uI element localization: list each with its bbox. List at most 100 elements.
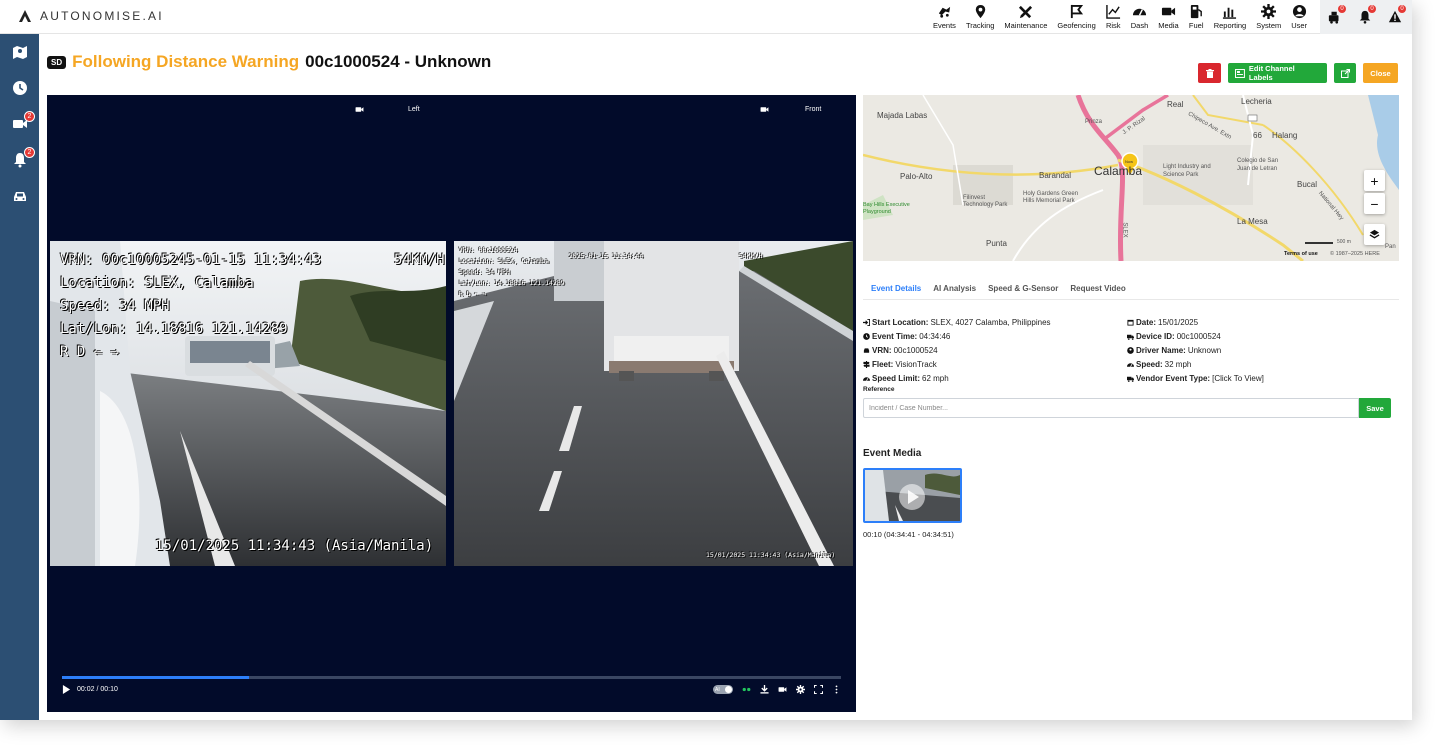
video-camera-icon <box>1161 7 1176 16</box>
event-time-value: 04:34:46 <box>919 332 951 341</box>
map-label-bucal: Bucal <box>1297 180 1318 189</box>
reference-input[interactable] <box>863 398 1359 418</box>
notifications-count: 0 <box>1368 5 1376 13</box>
sidebar-item-map[interactable] <box>0 34 39 70</box>
playback-speed-icon[interactable] <box>742 685 751 694</box>
layers-icon <box>1369 229 1380 239</box>
map-terms-link[interactable]: Terms of use <box>1284 251 1318 257</box>
left-osd-speed-kmh: 54KM/H <box>394 252 445 268</box>
play-icon[interactable] <box>62 685 71 694</box>
nav-events[interactable]: Events <box>928 2 961 30</box>
event-tabs: Event Details AI Analysis Speed & G-Sens… <box>863 275 1399 300</box>
notifications-button[interactable]: 0 <box>1350 0 1380 34</box>
truck-icon <box>1127 376 1134 382</box>
autonomise-logo-icon <box>19 10 31 22</box>
nav-reporting-label: Reporting <box>1213 21 1247 30</box>
nav-user[interactable]: User <box>1286 2 1312 30</box>
top-navigation: Events Tracking Maintenance Geofencing R… <box>928 2 1312 32</box>
map-people-icon <box>12 46 27 59</box>
gauge-icon <box>863 377 870 381</box>
map-layers-button[interactable] <box>1364 224 1385 245</box>
download-icon[interactable] <box>760 685 769 694</box>
tab-ai-analysis[interactable]: AI Analysis <box>925 275 980 299</box>
clock-icon <box>12 81 27 95</box>
save-button[interactable]: Save <box>1359 398 1391 418</box>
warnings-button[interactable]: 0 <box>1380 0 1410 34</box>
video-player[interactable]: Left Front VRN: 00c10005245-01-15 11:34:… <box>47 95 856 712</box>
device-id-value: 00c1000524 <box>1176 332 1221 341</box>
map-label-lecheria: Lecheria <box>1241 97 1272 106</box>
map-background <box>863 95 1399 261</box>
vehicle-alerts-button[interactable]: 0 <box>1320 0 1350 34</box>
sidebar-item-alerts[interactable]: 2 <box>0 142 39 178</box>
left-osd-vrn: VRN: 00c10005245-01-15 11:34:43 <box>60 252 322 268</box>
event-time-label: Event Time: <box>872 332 918 341</box>
nav-tracking[interactable]: Tracking <box>961 2 999 30</box>
speed-limit-label: Speed Limit: <box>872 374 921 383</box>
map-label-prinza: Prinza <box>1085 119 1103 125</box>
top-bar: AUTONOMISE.AI Events Tracking Maintenanc… <box>0 0 1412 34</box>
tab-event-details[interactable]: Event Details <box>863 275 925 299</box>
front-osd-location: Location: SLEX, Calamba <box>459 257 550 265</box>
edit-channel-labels-button[interactable]: Edit Channel Labels <box>1228 63 1327 83</box>
nav-fuel[interactable]: Fuel <box>1184 2 1209 30</box>
sidebar-item-vehicles[interactable] <box>0 178 39 214</box>
brand[interactable]: AUTONOMISE.AI <box>18 9 164 23</box>
edit-labels-icon <box>1235 68 1245 78</box>
front-camera-feed[interactable]: VRN: 00c1000524 2025-01-15 11:34:44 54KM… <box>454 241 853 566</box>
more-options-icon[interactable] <box>832 685 841 694</box>
nav-reporting[interactable]: Reporting <box>1209 2 1252 30</box>
events-icon <box>938 6 951 18</box>
nav-risk[interactable]: Risk <box>1101 2 1126 30</box>
vrn-label: VRN: <box>872 346 892 355</box>
detail-device-id: Device ID: 00c1000524 <box>1127 332 1221 341</box>
vehicle-title: 00c1000524 - Unknown <box>305 52 492 71</box>
tab-request-video[interactable]: Request Video <box>1062 275 1129 299</box>
event-type-title: Following Distance Warning <box>72 52 300 71</box>
start-location-label: Start Location: <box>872 318 929 327</box>
tab-speed-g-sensor[interactable]: Speed & G-Sensor <box>980 275 1062 299</box>
vendor-event-type-link[interactable]: [Click To View] <box>1212 374 1264 383</box>
nav-system[interactable]: System <box>1251 2 1286 30</box>
nav-media[interactable]: Media <box>1153 2 1183 30</box>
detail-vendor-event-type: Vendor Event Type: [Click To View] <box>1127 374 1264 383</box>
map-marker-label: Now <box>1125 159 1134 164</box>
warnings-count: 0 <box>1398 5 1406 13</box>
nav-geofencing[interactable]: Geofencing <box>1052 2 1100 30</box>
event-media-thumbnail[interactable] <box>863 468 962 523</box>
map-zoom-in-button[interactable]: + <box>1364 170 1385 191</box>
sidebar-item-history[interactable] <box>0 70 39 106</box>
front-camera-scene <box>454 241 853 566</box>
camera-select-icon[interactable] <box>778 685 787 694</box>
edit-channel-labels-text: Edit Channel Labels <box>1248 64 1295 82</box>
truck-icon <box>1127 334 1134 340</box>
settings-gear-icon[interactable] <box>796 685 805 694</box>
detail-speed: Speed: 32 mph <box>1127 360 1191 369</box>
ai-toggle[interactable]: AI <box>713 685 733 694</box>
nav-maintenance[interactable]: Maintenance <box>999 2 1052 30</box>
reference-label: Reference <box>863 386 895 393</box>
share-icon <box>1340 68 1350 78</box>
nav-fuel-label: Fuel <box>1188 21 1204 30</box>
camera-left-name: Left <box>408 106 420 113</box>
tools-icon <box>1019 5 1033 19</box>
share-button[interactable] <box>1334 63 1356 83</box>
sidebar-item-video[interactable]: 2 <box>0 106 39 142</box>
left-osd-indicators: R D ⇐ ⇒ <box>60 344 120 360</box>
nav-risk-label: Risk <box>1105 21 1121 30</box>
nav-dash[interactable]: Dash <box>1126 2 1154 30</box>
left-camera-feed[interactable]: VRN: 00c10005245-01-15 11:34:43 54KM/H L… <box>50 241 446 566</box>
sign-in-icon <box>863 319 870 326</box>
fullscreen-icon[interactable] <box>814 685 823 694</box>
close-button[interactable]: Close <box>1363 63 1398 83</box>
map-label-la-mesa: La Mesa <box>1237 217 1268 226</box>
delete-button[interactable] <box>1198 63 1221 83</box>
video-progress-bar[interactable] <box>62 676 841 679</box>
action-buttons: Edit Channel Labels Close <box>1198 63 1398 83</box>
detail-vrn: VRN: 00c1000524 <box>863 346 938 355</box>
map-zoom-out-button[interactable]: − <box>1364 193 1385 214</box>
gear-icon <box>1261 4 1277 19</box>
event-map[interactable]: Majada Labas Real Lecheria Prinza J. P. … <box>863 95 1399 261</box>
map-scale: 500 m <box>1337 239 1351 245</box>
car-icon <box>13 192 26 201</box>
